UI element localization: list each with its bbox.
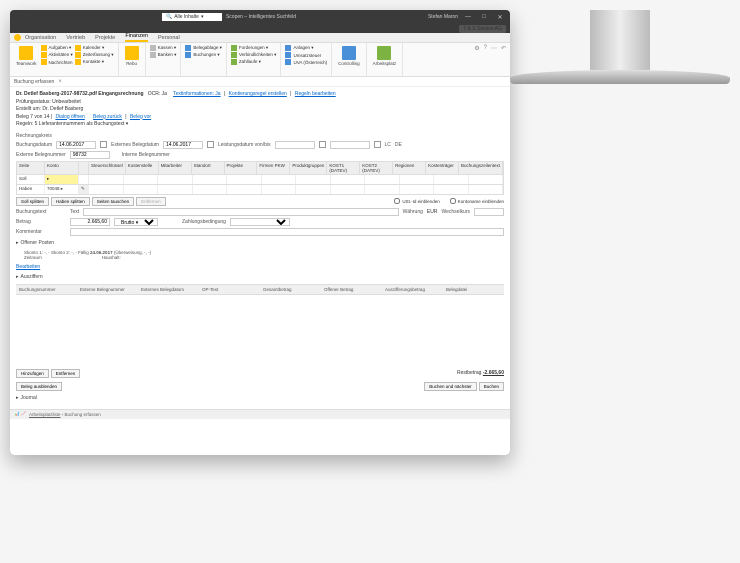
menu-organisation[interactable]: Organisation [25,35,56,41]
haben-splitten-button[interactable]: Haben splitten [51,197,90,206]
textinfo-link[interactable]: Textinformationen: Ja [173,91,221,97]
controlling-button[interactable]: Controlling [336,45,362,67]
calendar-icon[interactable] [100,141,107,148]
aktivitaeten-button[interactable]: Aktivitäten ▾ [41,52,73,58]
menu-vertrieb[interactable]: Vertrieb [66,35,85,41]
document-header: Dr. Detlef Basberg-2017-98732.pdf Eingan… [16,91,504,129]
global-search[interactable]: 🔍Alle Inhalte▾ [162,13,222,21]
beleg-fwd-link[interactable]: Beleg vor [130,114,151,120]
settings-icon[interactable]: ⚙ [474,45,479,52]
entfernen-button[interactable]: Entfernen [136,197,166,206]
booking-table-header: Seite Konto SteuerschlüsselKostenstelleM… [16,161,504,175]
entfernen-button[interactable]: Entfernen [51,369,81,378]
wechselkurs-input[interactable] [474,208,504,216]
titlebar: 🔍Alle Inhalte▾ Scopen – Intelligentes Su… [10,10,510,24]
offener-posten-section[interactable]: Offener Posten [16,240,504,246]
user-name[interactable]: Stefan Maron [428,14,458,20]
buchungstext-input[interactable] [83,208,398,216]
kontierung-link[interactable]: Kontierungsregel erstellen [229,91,287,97]
ribbon: Teamwork Aufgaben ▾ Aktivitäten ▾ Nachri… [10,43,510,77]
close-tab-icon[interactable]: × [58,79,62,85]
banken-button[interactable]: Banken ▾ [150,52,177,58]
kalender-button[interactable]: Kalender ▾ [75,45,114,51]
nachrichten-button[interactable]: Nachrichten [41,59,73,65]
buchungsdatum-input[interactable] [56,141,96,149]
company-name: T & S Service AG [459,25,506,33]
ust-checkbox[interactable]: USt.-Id einblenden [394,198,439,204]
maximize-button[interactable]: □ [478,14,490,20]
more-icon[interactable]: ⋯ [491,45,497,52]
forderungen-button[interactable]: Forderungen ▾ [231,45,277,51]
tab-buchung-erfassen[interactable]: Buchung erfassen [14,79,54,85]
collapse-ribbon-icon[interactable]: ↶ [501,45,506,52]
beleg-back-link[interactable]: Beleg zurück [93,114,122,120]
minimize-button[interactable]: — [462,14,474,20]
restbetrag-value: -2.665,60 [483,370,504,376]
ausziffern-grid-header: BuchungsnummerExterne BelegnummerExterne… [16,284,504,295]
zeiterfassung-button[interactable]: Zeiterfassung ▾ [75,52,114,58]
app-title: Scopen – Intelligentes Suchfeld [226,14,296,20]
menu-personal[interactable]: Personal [158,35,180,41]
menu-finanzen[interactable]: Finanzen [125,33,148,42]
buchen-next-button[interactable]: Buchen und nächster [424,382,477,391]
table-row[interactable]: Haben 70048 ▸ ✎ [16,185,504,195]
belegablage-button[interactable]: Belegablage ▾ [185,45,222,51]
rebu-button[interactable]: Rebu [123,45,141,67]
buchungen-button[interactable]: Buchungen ▾ [185,52,222,58]
soll-splitten-button[interactable]: Soll splitten [16,197,49,206]
zahllaeufe-button[interactable]: Zahllaufe ▾ [231,59,277,65]
ext-belegdatum-input[interactable] [163,141,203,149]
uva-button[interactable]: UVA (Österreich) [285,59,327,65]
kommentar-input[interactable] [70,228,504,236]
ext-belegnummer-input[interactable] [70,151,110,159]
main-menu: Organisation Vertrieb Projekte Finanzen … [10,33,510,43]
regeln-link[interactable]: Regeln bearbeiten [295,91,336,97]
leistung-bis-input[interactable] [330,141,370,149]
table-row[interactable]: Soll ▸ [16,175,504,185]
teamwork-button[interactable]: Teamwork [14,45,39,67]
dialog-link[interactable]: Dialog öffnen [55,114,84,120]
close-button[interactable]: ✕ [494,14,506,21]
ausziffern-section[interactable]: Ausziffern [16,274,504,280]
hinzufuegen-button[interactable]: Hinzufügen [16,369,49,378]
bearbeiten-link[interactable]: Bearbeiten [16,264,40,270]
kontoname-checkbox[interactable]: Kontoname einblenden [450,198,504,204]
app-icon[interactable] [14,34,21,41]
rechnungskreis-label: Rechnungskreis [16,133,52,139]
menu-projekte[interactable]: Projekte [95,35,115,41]
leistung-von-input[interactable] [275,141,315,149]
umsatzsteuer-button[interactable]: Umsatzsteuer [285,52,327,58]
aufgaben-button[interactable]: Aufgaben ▾ [41,45,73,51]
beleg-ausblenden-button[interactable]: Beleg ausblenden [16,382,62,391]
breadcrumb[interactable]: Arbeitsplatzliste › Buchung erfassen [29,412,101,417]
arbeitsplatz-button[interactable]: Arbeitsplatz [371,45,399,67]
kassen-button[interactable]: Kassen ▾ [150,45,177,51]
journal-section[interactable]: Journal [16,395,504,401]
anlagen-button[interactable]: Anlagen ▾ [285,45,327,51]
kontakte-button[interactable]: Kontakte ▾ [75,59,114,65]
seiten-tauschen-button[interactable]: Seiten tauschen [92,197,134,206]
calendar-icon[interactable] [207,141,214,148]
betrag-input[interactable] [70,218,110,226]
search-icon: 🔍 [166,14,172,20]
brutto-select[interactable]: Brutto ▾ [114,218,158,226]
buchen-button[interactable]: Buchen [479,382,504,391]
statusbar: 📊 📈 Arbeitsplatzliste › Buchung erfassen [10,409,510,419]
ausziffern-grid[interactable] [16,295,504,365]
calendar-icon[interactable] [374,141,381,148]
zahlungsbedingung-select[interactable] [230,218,290,226]
calendar-icon[interactable] [319,141,326,148]
verbindlichkeiten-button[interactable]: Verbindlichkeiten ▾ [231,52,277,58]
help-icon[interactable]: ? [484,45,487,52]
